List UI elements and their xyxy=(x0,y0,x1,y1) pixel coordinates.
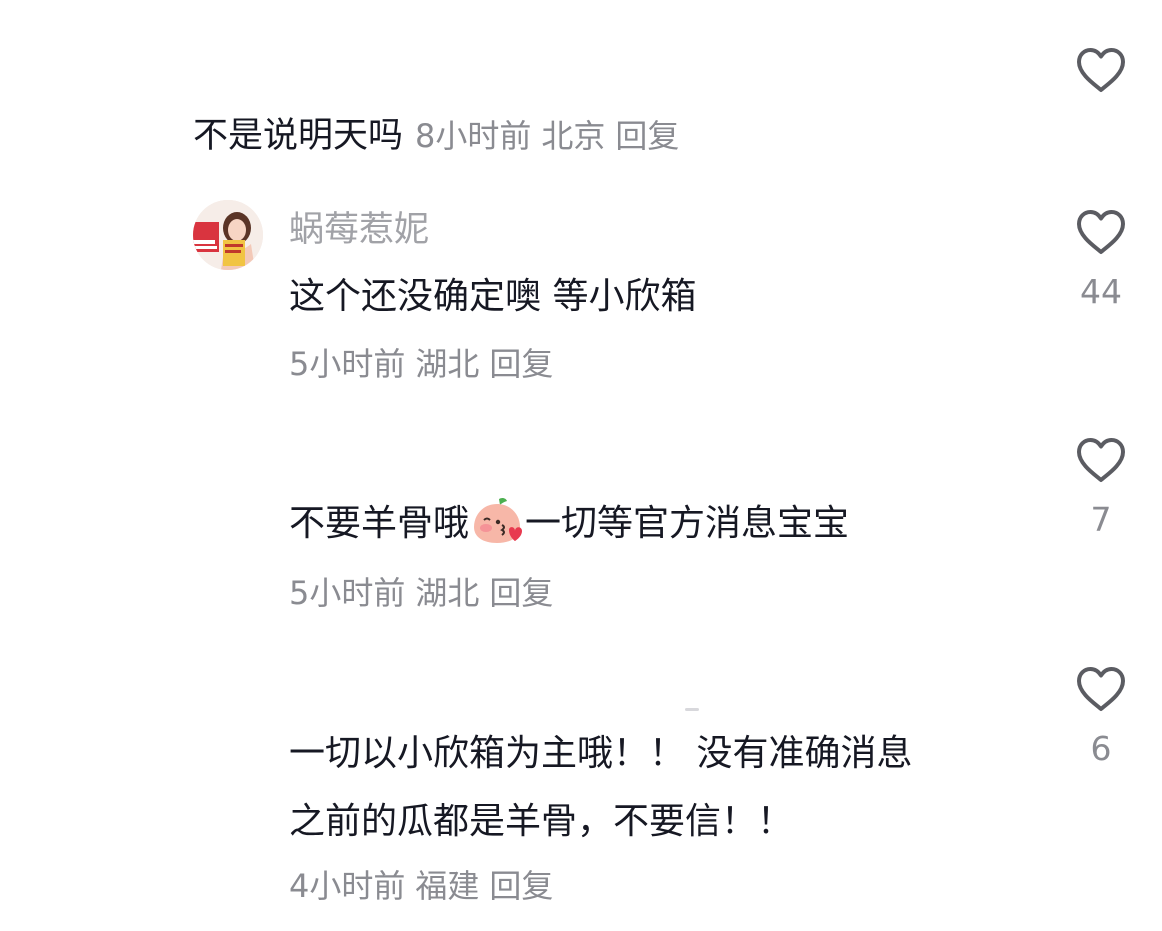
divider-mark xyxy=(685,708,699,711)
comment-thread: 不是说明天吗 8小时前 北京 回复 蜗莓惹妮 这个还没确定噢 等小欣箱 5小时前… xyxy=(0,0,1162,931)
reply-meta: 4小时前 福建 回复 xyxy=(289,864,553,908)
reply-text-line-1[interactable]: 一切以小欣箱为主哦！！ 没有准确消息 xyxy=(289,722,912,786)
like-count: 6 xyxy=(1090,729,1112,768)
heart-outline-icon[interactable] xyxy=(1075,665,1127,713)
like-column: 6 xyxy=(1060,665,1142,769)
reply-location: 福建 xyxy=(415,867,480,905)
reply-button[interactable]: 回复 xyxy=(489,867,553,905)
reply-time: 4小时前 xyxy=(289,867,406,905)
reply-text-line-2[interactable]: 之前的瓜都是羊骨，不要信！！ xyxy=(289,790,793,854)
reply-item: 一切以小欣箱为主哦！！ 没有准确消息 之前的瓜都是羊骨，不要信！！ 4小时前 福建… xyxy=(0,0,1162,931)
